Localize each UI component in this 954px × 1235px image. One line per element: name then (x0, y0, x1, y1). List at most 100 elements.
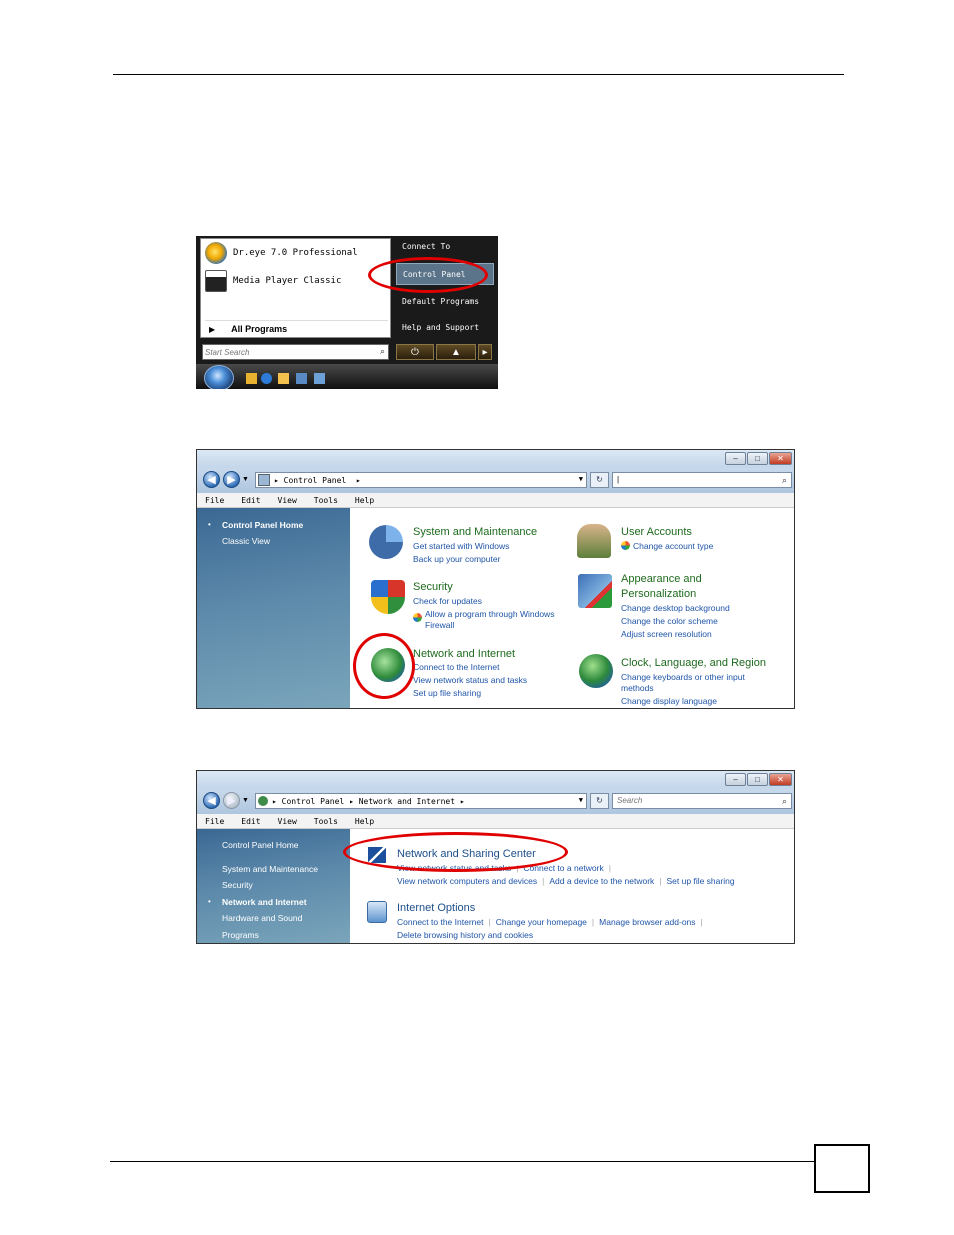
appearance-icon[interactable] (578, 574, 612, 608)
show-desktop-icon[interactable] (246, 373, 257, 384)
start-right-label: Default Programs (402, 296, 480, 306)
breadcrumb-control-panel[interactable]: Control Panel (284, 476, 347, 485)
category-appearance-line2[interactable]: Personalization (621, 588, 696, 600)
recent-pages-dropdown-icon[interactable]: ▼ (242, 797, 249, 804)
search-placeholder: Search (617, 796, 643, 805)
search-input[interactable]: | ⌕ (612, 472, 792, 488)
switch-windows-icon[interactable] (296, 373, 307, 384)
link-change-homepage[interactable]: Change your homepage (496, 917, 587, 927)
heading-internet-options[interactable]: Internet Options (397, 902, 475, 914)
minimize-icon[interactable]: – (725, 452, 746, 465)
refresh-icon[interactable]: ↻ (590, 793, 609, 809)
maximize-icon[interactable]: □ (747, 773, 768, 786)
link-get-started[interactable]: Get started with Windows (413, 541, 509, 551)
category-system-maintenance[interactable]: System and Maintenance (413, 526, 537, 538)
start-right-item-help-support[interactable]: Help and Support (396, 316, 494, 338)
recent-pages-dropdown-icon[interactable]: ▼ (242, 476, 249, 483)
nav-security[interactable]: Security (222, 880, 253, 890)
folder-icon[interactable] (278, 373, 289, 384)
link-color-scheme[interactable]: Change the color scheme (621, 616, 718, 626)
link-firewall[interactable]: Firewall (425, 620, 454, 630)
page-number-box (814, 1144, 870, 1193)
category-clock-language-region[interactable]: Clock, Language, and Region (621, 657, 766, 669)
address-dropdown-icon[interactable]: ▼ (579, 475, 583, 483)
link-allow-program[interactable]: Allow a program through Windows (425, 609, 554, 619)
menu-help[interactable]: Help (355, 817, 374, 826)
program-item-media-player[interactable]: Media Player Classic (205, 269, 341, 293)
power-options-arrow-icon[interactable]: ▸ (478, 344, 492, 360)
address-bar[interactable]: ▸ Control Panel ▸ ▼ (255, 472, 587, 488)
breadcrumb-separator: ▸ (346, 475, 361, 485)
address-bar[interactable]: ▸ Control Panel ▸ Network and Internet ▸… (255, 793, 587, 809)
window-app-icon[interactable] (314, 373, 325, 384)
link-network-status[interactable]: View network status and tasks (413, 675, 527, 685)
link-view-network-computers[interactable]: View network computers and devices (397, 876, 537, 886)
link-set-up-file-sharing[interactable]: Set up file sharing (667, 876, 735, 886)
start-search-input[interactable]: Start Search ⌕ (202, 344, 389, 360)
link-delete-history[interactable]: Delete browsing history and cookies (397, 930, 533, 940)
lock-button-icon[interactable]: ▲ (436, 344, 476, 360)
menu-view[interactable]: View (278, 496, 297, 505)
internet-explorer-icon[interactable] (261, 373, 272, 384)
link-screen-resolution[interactable]: Adjust screen resolution (621, 629, 712, 639)
link-check-updates[interactable]: Check for updates (413, 596, 482, 606)
refresh-icon[interactable]: ↻ (590, 472, 609, 488)
link-change-keyboards-cont[interactable]: methods (621, 683, 654, 693)
forward-arrow-icon[interactable]: ▶ (223, 471, 240, 488)
link-file-sharing[interactable]: Set up file sharing (413, 688, 481, 698)
link-connect-internet[interactable]: Connect to the Internet (413, 662, 499, 672)
program-item-dreye[interactable]: Dr.eye 7.0 Professional (205, 241, 358, 265)
link-change-account-type[interactable]: Change account type (633, 541, 713, 551)
link-display-language[interactable]: Change display language (621, 696, 717, 706)
link-manage-addons[interactable]: Manage browser add-ons (599, 917, 695, 927)
nav-network-internet[interactable]: Network and Internet (222, 897, 307, 907)
category-network-internet[interactable]: Network and Internet (413, 648, 515, 660)
address-dropdown-icon[interactable]: ▼ (579, 796, 583, 804)
category-security[interactable]: Security (413, 581, 453, 593)
menu-tools[interactable]: Tools (314, 496, 338, 505)
system-maintenance-icon[interactable] (369, 525, 403, 559)
forward-arrow-icon: ▶ (223, 792, 240, 809)
category-appearance-line1[interactable]: Appearance and (621, 573, 702, 585)
menu-edit[interactable]: Edit (241, 817, 260, 826)
menu-help[interactable]: Help (355, 496, 374, 505)
security-shield-icon[interactable] (371, 580, 405, 614)
all-programs-item[interactable]: ▶ All Programs (205, 320, 388, 337)
user-accounts-icon[interactable] (577, 524, 611, 558)
clock-language-region-icon[interactable] (579, 654, 613, 688)
nav-control-panel-home[interactable]: Control Panel Home (222, 520, 303, 530)
link-change-keyboards[interactable]: Change keyboards or other input (621, 672, 745, 682)
nav-classic-view[interactable]: Classic View (222, 536, 270, 546)
menu-file[interactable]: File (205, 817, 224, 826)
back-arrow-icon[interactable]: ◀ (203, 792, 220, 809)
menu-tools[interactable]: Tools (314, 817, 338, 826)
internet-options-icon[interactable] (367, 901, 387, 923)
category-user-accounts[interactable]: User Accounts (621, 526, 692, 538)
close-icon[interactable]: ✕ (769, 773, 792, 786)
minimize-icon[interactable]: – (725, 773, 746, 786)
maximize-icon[interactable]: □ (747, 452, 768, 465)
start-orb-icon[interactable] (204, 365, 234, 389)
link-add-device[interactable]: Add a device to the network (549, 876, 654, 886)
search-icon: ⌕ (781, 475, 787, 485)
breadcrumb-control-panel[interactable]: Control Panel (282, 797, 345, 806)
inet-links-row2: Delete browsing history and cookies (397, 930, 533, 940)
menu-view[interactable]: View (278, 817, 297, 826)
menu-edit[interactable]: Edit (241, 496, 260, 505)
back-arrow-icon[interactable]: ◀ (203, 471, 220, 488)
nav-system-maintenance[interactable]: System and Maintenance (222, 864, 318, 874)
power-button-icon[interactable]: ⏻ (396, 344, 434, 360)
nav-programs[interactable]: Programs (222, 930, 259, 940)
close-icon[interactable]: ✕ (769, 452, 792, 465)
nsc-links-row2: View network computers and devices | Add a… (397, 876, 735, 886)
start-right-item-default-programs[interactable]: Default Programs (396, 290, 494, 312)
nav-control-panel-home[interactable]: Control Panel Home (222, 840, 299, 850)
start-right-item-connect-to[interactable]: Connect To (396, 236, 494, 257)
link-back-up[interactable]: Back up your computer (413, 554, 500, 564)
nav-hardware-sound[interactable]: Hardware and Sound (222, 913, 302, 923)
search-input[interactable]: Search ⌕ (612, 793, 792, 809)
link-connect-to-internet[interactable]: Connect to the Internet (397, 917, 483, 927)
menu-file[interactable]: File (205, 496, 224, 505)
link-desktop-background[interactable]: Change desktop background (621, 603, 730, 613)
breadcrumb-network-internet[interactable]: Network and Internet (359, 797, 455, 806)
